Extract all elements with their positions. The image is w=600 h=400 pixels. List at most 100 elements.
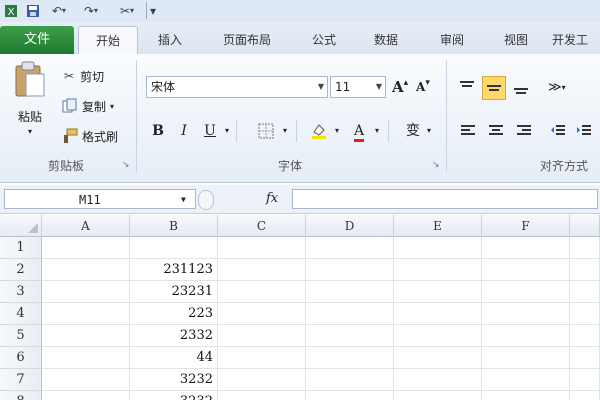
- font-color-dropdown-icon[interactable]: ▾: [372, 120, 382, 142]
- grid-cell[interactable]: [570, 347, 600, 369]
- align-bottom-button[interactable]: [510, 76, 532, 98]
- font-launcher-icon[interactable]: ↘: [432, 160, 440, 170]
- copy-dropdown-icon[interactable]: ▾: [110, 102, 114, 111]
- column-header-b[interactable]: B: [130, 215, 218, 237]
- grid-cell[interactable]: [306, 303, 394, 325]
- paste-dropdown-icon[interactable]: ▾: [28, 127, 32, 136]
- column-header-d[interactable]: D: [306, 215, 394, 237]
- grid-cell[interactable]: [570, 237, 600, 259]
- grid-cell[interactable]: [394, 391, 482, 400]
- row-header[interactable]: 7: [0, 369, 42, 391]
- column-header-e[interactable]: E: [394, 215, 482, 237]
- customize-icon[interactable]: ✂ ▾: [112, 2, 142, 19]
- fill-color-dropdown-icon[interactable]: ▾: [332, 120, 342, 142]
- orientation-button[interactable]: ≫ ▾: [548, 76, 566, 98]
- grid-cell[interactable]: [570, 391, 600, 400]
- tab-insert[interactable]: 插入: [142, 28, 198, 52]
- align-top-button[interactable]: [456, 76, 478, 98]
- grid-cell[interactable]: [306, 237, 394, 259]
- chevron-down-icon[interactable]: ▼: [181, 190, 186, 210]
- underline-button[interactable]: U: [200, 120, 220, 142]
- grid-cell[interactable]: [394, 237, 482, 259]
- chevron-down-icon[interactable]: ▼: [318, 77, 324, 97]
- grid-cell[interactable]: [570, 369, 600, 391]
- copy-button[interactable]: 复制 ▾: [62, 96, 114, 116]
- grid-cell[interactable]: [218, 259, 306, 281]
- qat-dropdown-icon[interactable]: ▾: [146, 2, 159, 19]
- row-header[interactable]: 6: [0, 347, 42, 369]
- grid-cell[interactable]: [570, 303, 600, 325]
- undo-icon[interactable]: ↶ ▾: [46, 2, 72, 19]
- cell-b4[interactable]: 223: [130, 303, 218, 325]
- row-header[interactable]: 5: [0, 325, 42, 347]
- clipboard-launcher-icon[interactable]: ↘: [122, 160, 130, 170]
- grid-cell[interactable]: [394, 347, 482, 369]
- fill-color-button[interactable]: [308, 120, 330, 142]
- grid-cell[interactable]: [42, 369, 130, 391]
- grid-cell[interactable]: [482, 259, 570, 281]
- paste-button[interactable]: 粘贴 ▾: [8, 60, 52, 150]
- cell-b8[interactable]: 3232: [130, 391, 218, 400]
- insert-function-icon[interactable]: fx: [266, 191, 278, 206]
- grid-cell[interactable]: [394, 369, 482, 391]
- grid-cell[interactable]: [42, 303, 130, 325]
- grid-cell[interactable]: [306, 347, 394, 369]
- bold-button[interactable]: B: [148, 120, 168, 142]
- column-header-c[interactable]: C: [218, 215, 306, 237]
- row-header[interactable]: 1: [0, 237, 42, 259]
- grid-cell[interactable]: [482, 391, 570, 400]
- format-painter-button[interactable]: 格式刷: [62, 126, 118, 146]
- borders-dropdown-icon[interactable]: ▾: [280, 120, 290, 142]
- grid-cell[interactable]: [482, 237, 570, 259]
- row-header[interactable]: 8: [0, 391, 42, 400]
- formula-bar-handle[interactable]: [198, 190, 214, 210]
- grid-cell[interactable]: [42, 281, 130, 303]
- tab-home[interactable]: 开始: [78, 26, 138, 56]
- grid-cell[interactable]: [218, 391, 306, 400]
- row-header[interactable]: 2: [0, 259, 42, 281]
- increase-indent-button[interactable]: [574, 120, 594, 142]
- cell-b7[interactable]: 3232: [130, 369, 218, 391]
- grid-cell[interactable]: [218, 281, 306, 303]
- phonetic-button[interactable]: 变: [400, 120, 426, 142]
- save-icon[interactable]: [24, 2, 42, 19]
- grid-cell[interactable]: [218, 303, 306, 325]
- decrease-indent-button[interactable]: [548, 120, 568, 142]
- cell-b5[interactable]: 2332: [130, 325, 218, 347]
- tab-file[interactable]: 文件: [0, 26, 74, 54]
- grid-cell[interactable]: [394, 325, 482, 347]
- cell-b6[interactable]: 44: [130, 347, 218, 369]
- grid-cell[interactable]: [42, 237, 130, 259]
- grid-cell[interactable]: [482, 325, 570, 347]
- grid-cell[interactable]: [306, 259, 394, 281]
- shrink-font-button[interactable]: A ▾: [416, 76, 430, 98]
- tab-page-layout[interactable]: 页面布局: [206, 28, 288, 52]
- grid-cell[interactable]: [394, 303, 482, 325]
- align-center-button[interactable]: [486, 120, 506, 142]
- formula-input[interactable]: [292, 189, 598, 209]
- italic-button[interactable]: I: [174, 120, 194, 142]
- cell-b3[interactable]: 23231: [130, 281, 218, 303]
- grow-font-button[interactable]: A ▴: [392, 76, 408, 98]
- name-box[interactable]: M11 ▼: [4, 189, 196, 209]
- grid-cell[interactable]: [482, 369, 570, 391]
- align-right-button[interactable]: [514, 120, 534, 142]
- grid-cell[interactable]: [306, 391, 394, 400]
- column-header-a[interactable]: A: [42, 215, 130, 237]
- row-header[interactable]: 3: [0, 281, 42, 303]
- column-header-g[interactable]: [570, 215, 600, 237]
- grid-cell[interactable]: [482, 281, 570, 303]
- tab-formulas[interactable]: 公式: [296, 28, 352, 52]
- underline-dropdown-icon[interactable]: ▾: [222, 120, 232, 142]
- cell-b2[interactable]: 231123: [130, 259, 218, 281]
- cut-button[interactable]: ✂ 剪切: [64, 66, 104, 86]
- grid-cell[interactable]: [42, 347, 130, 369]
- tab-data[interactable]: 数据: [358, 28, 414, 52]
- grid-cell[interactable]: [130, 237, 218, 259]
- grid-cell[interactable]: [42, 325, 130, 347]
- grid-cell[interactable]: [218, 237, 306, 259]
- grid-cell[interactable]: [482, 347, 570, 369]
- font-size-combo[interactable]: 11 ▼: [330, 76, 386, 98]
- grid-cell[interactable]: [482, 303, 570, 325]
- grid-cell[interactable]: [570, 281, 600, 303]
